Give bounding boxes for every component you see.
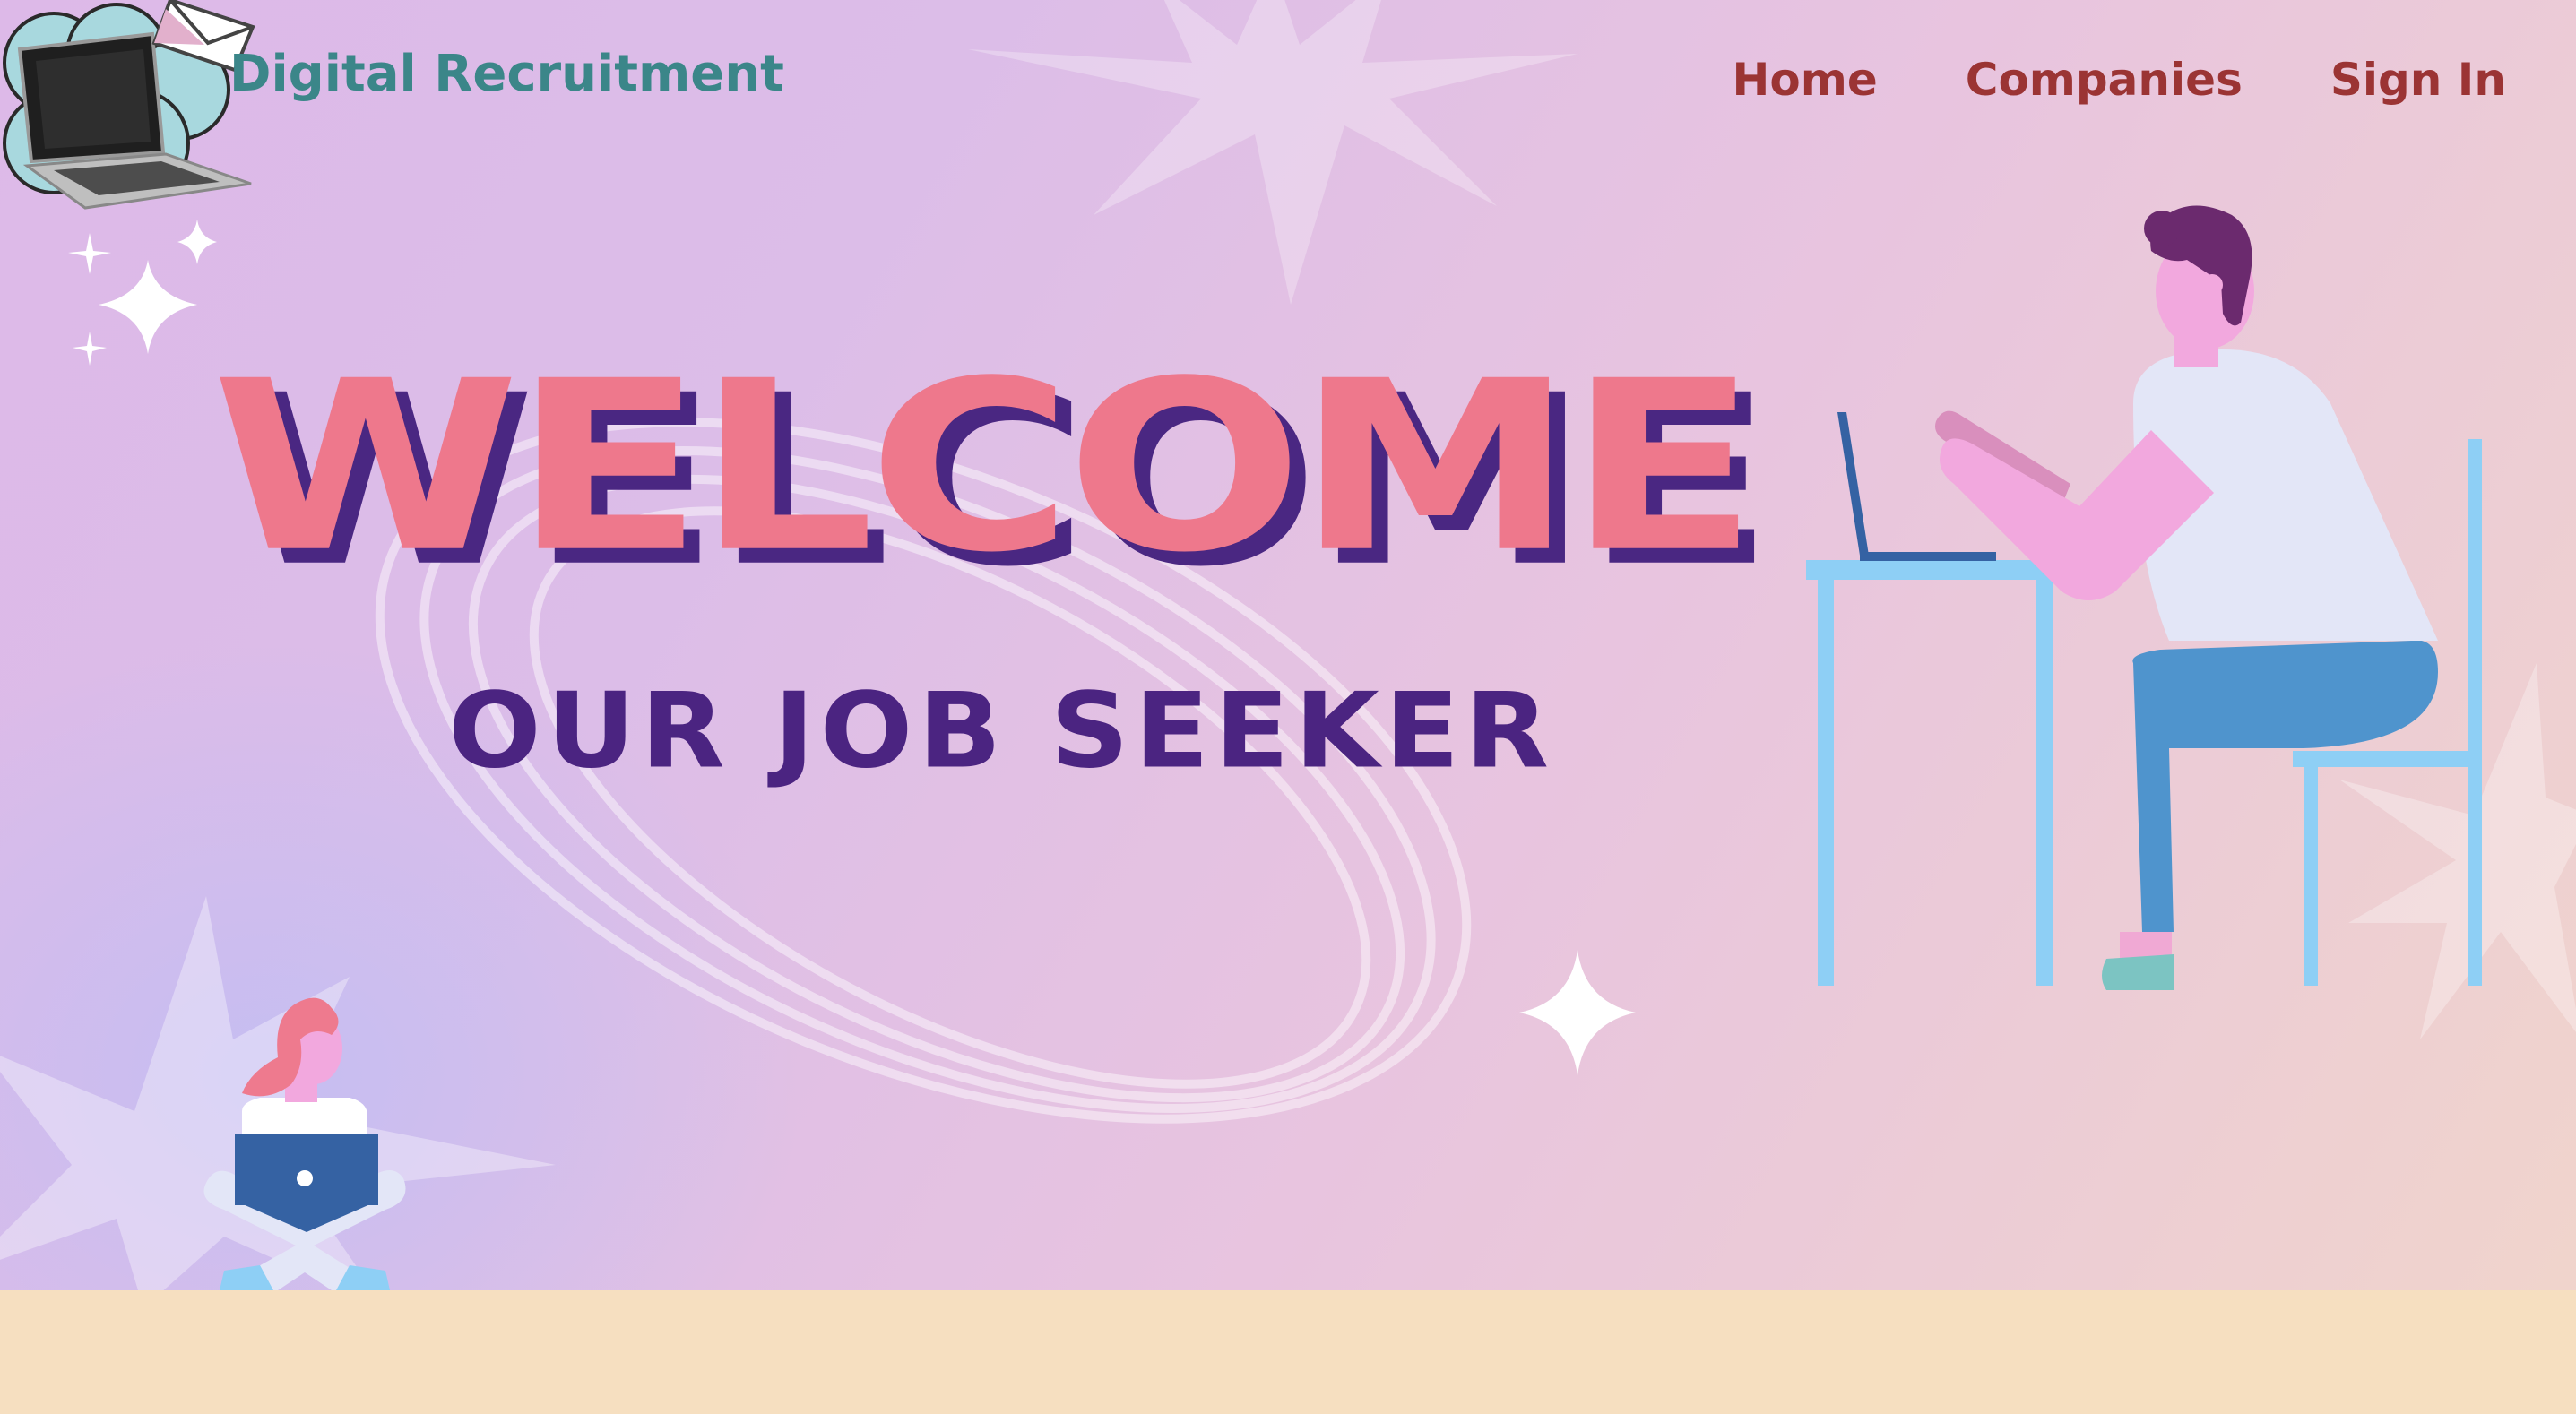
woman-laptop-illustration [203, 997, 406, 1290]
hero-banner: Digital Recruitment Home Companies Sign … [0, 0, 2576, 1290]
sparkle-icon [1519, 950, 1636, 1075]
nav-sign-in-link[interactable]: Sign In [2330, 54, 2506, 106]
main-nav: Home Companies Sign In [1733, 54, 2506, 106]
man-working-illustration [1806, 205, 2482, 990]
nav-companies-link[interactable]: Companies [1966, 54, 2243, 106]
nav-home-link[interactable]: Home [1733, 54, 1878, 106]
laptop-mail-logo-icon [3, 0, 255, 210]
brand-title[interactable]: Digital Recruitment [229, 45, 784, 103]
footer-band [0, 1290, 2576, 1414]
subheadline: OUR JOB SEEKER [448, 670, 1555, 791]
welcome-headline-text: WELCOME [212, 330, 1759, 604]
